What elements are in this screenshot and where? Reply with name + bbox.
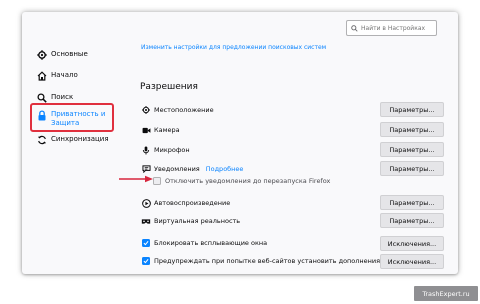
- microphone-settings-button[interactable]: Параметры...: [380, 142, 444, 157]
- privacy-highlight-frame: [30, 103, 114, 132]
- search-field[interactable]: [346, 20, 437, 36]
- sync-icon: [36, 134, 48, 146]
- sidebar-item-label: Поиск: [51, 93, 74, 101]
- permission-microphone: Микрофон: [141, 144, 190, 156]
- screenshot-stage: Основные Начало Поиск: [0, 0, 480, 304]
- warn-addons-label: Предупреждать при попытке веб-сайтов уст…: [154, 257, 381, 265]
- sidebar-item-label: Основные: [51, 50, 88, 58]
- pause-notifications-label: Отключить уведомления до перезапуска Fir…: [165, 177, 331, 185]
- permission-camera: Камера: [141, 124, 180, 136]
- sidebar-item-sync[interactable]: Синхронизация: [36, 134, 109, 146]
- sidebar-item-general[interactable]: Основные: [36, 49, 88, 61]
- vr-settings-button[interactable]: Параметры...: [380, 213, 444, 228]
- checkmark-icon: [143, 241, 149, 246]
- permission-autoplay: Автовоспроизведение: [141, 197, 230, 209]
- sidebar-item-home[interactable]: Начало: [36, 70, 78, 82]
- permission-label: Микрофон: [154, 146, 190, 154]
- notifications-settings-button[interactable]: Параметры...: [380, 161, 444, 176]
- permission-location: Местоположение: [141, 104, 214, 116]
- checkmark-icon: [143, 259, 149, 264]
- home-icon: [36, 70, 48, 82]
- permission-label: Уведомления: [154, 165, 200, 173]
- permission-label: Автовоспроизведение: [154, 199, 231, 207]
- popups-exceptions-button[interactable]: Исключения...: [380, 236, 444, 251]
- search-icon: [351, 24, 358, 32]
- search-engine-suggestions-link[interactable]: Изменить настройки для предложении поиск…: [141, 44, 326, 51]
- autoplay-icon: [141, 198, 151, 208]
- sidebar-item-label: Начало: [51, 71, 78, 79]
- sidebar-item-label: Синхронизация: [51, 135, 109, 143]
- permission-label: Виртуальная реальность: [154, 217, 241, 225]
- permission-vr: Виртуальная реальность: [141, 215, 240, 227]
- camera-settings-button[interactable]: Параметры...: [380, 122, 444, 137]
- block-popups-label: Блокировать всплывающие окна: [154, 239, 268, 247]
- learn-more-link[interactable]: Подробнее: [206, 165, 244, 173]
- warn-addons-option[interactable]: Предупреждать при попытке веб-сайтов уст…: [142, 257, 380, 265]
- permission-notifications: Уведомления Подробнее: [141, 163, 243, 175]
- notification-icon: [141, 164, 151, 174]
- camera-icon: [141, 125, 151, 135]
- location-icon: [141, 105, 151, 115]
- block-popups-option[interactable]: Блокировать всплывающие окна: [142, 239, 267, 247]
- autoplay-settings-button[interactable]: Параметры...: [380, 195, 444, 210]
- pause-notifications-option[interactable]: Отключить уведомления до перезапуска Fir…: [153, 177, 330, 185]
- microphone-icon: [141, 145, 151, 155]
- permission-label: Камера: [154, 126, 180, 134]
- block-popups-checkbox[interactable]: [142, 239, 150, 247]
- permissions-title: Разрешения: [140, 82, 198, 92]
- vr-icon: [141, 216, 151, 226]
- permission-label: Местоположение: [154, 106, 214, 114]
- location-settings-button[interactable]: Параметры...: [380, 102, 444, 117]
- pause-notifications-checkbox[interactable]: [153, 177, 161, 185]
- annotation-arrow-icon: [119, 175, 153, 183]
- preferences-window: Основные Начало Поиск: [22, 12, 458, 274]
- addons-exceptions-button[interactable]: Исключения...: [380, 254, 444, 269]
- gear-icon: [36, 49, 48, 61]
- warn-addons-checkbox[interactable]: [142, 257, 150, 265]
- watermark: TrashExpert.ru: [414, 286, 478, 301]
- search-input[interactable]: [361, 24, 436, 32]
